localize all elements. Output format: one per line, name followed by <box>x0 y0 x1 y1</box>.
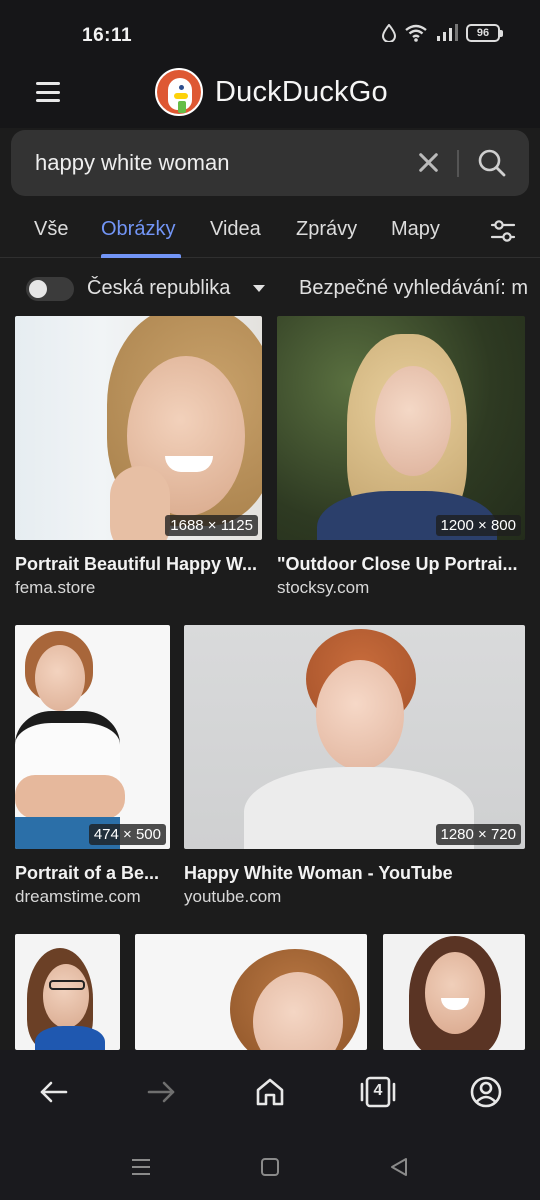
wifi-icon <box>405 24 427 42</box>
tab-images[interactable]: Obrázky <box>101 218 175 241</box>
image-result[interactable] <box>383 934 525 1050</box>
result-thumbnail[interactable]: 1280 × 720 <box>184 625 525 849</box>
brand-name: DuckDuckGo <box>215 75 388 108</box>
result-title[interactable]: Portrait Beautiful Happy W... <box>15 554 262 575</box>
result-source[interactable]: fema.store <box>15 578 95 598</box>
face-shape <box>425 952 485 1034</box>
browser-bottom-nav: 4 <box>0 1050 540 1136</box>
active-tab-indicator <box>101 254 181 258</box>
status-bar: 16:11 96 <box>0 0 540 56</box>
recents-menu-icon[interactable] <box>130 1156 152 1178</box>
back-triangle-icon[interactable] <box>388 1156 410 1178</box>
shirt-shape <box>35 1026 105 1050</box>
result-thumbnail[interactable]: 1200 × 800 <box>277 316 525 540</box>
arms-shape <box>15 775 125 819</box>
result-title[interactable]: Happy White Woman - YouTube <box>184 863 525 884</box>
tab-maps[interactable]: Mapy <box>391 218 440 241</box>
profile-icon[interactable] <box>466 1072 506 1112</box>
result-thumbnail[interactable]: 1688 × 1125 <box>15 316 262 540</box>
filter-row: Česká republika Bezpečné vyhledávání: m <box>0 260 540 316</box>
tabs-button[interactable]: 4 <box>358 1072 398 1112</box>
result-thumbnail[interactable] <box>383 934 525 1050</box>
battery-icon: 96 <box>466 24 503 42</box>
status-time: 16:11 <box>82 25 133 46</box>
safe-search-select[interactable]: Bezpečné vyhledávání: m <box>299 277 528 300</box>
battery-level: 96 <box>476 27 490 39</box>
image-result[interactable]: 1688 × 1125 Portrait Beautiful Happy W..… <box>15 316 262 606</box>
image-dimensions: 474 × 500 <box>88 824 166 845</box>
app-header: DuckDuckGo <box>0 56 540 128</box>
brand-logo[interactable]: DuckDuckGo <box>155 68 388 116</box>
clear-icon[interactable] <box>417 151 439 173</box>
face-shape <box>43 964 89 1028</box>
duckduckgo-logo-icon <box>155 68 203 116</box>
tab-all[interactable]: Vše <box>34 218 68 241</box>
menu-icon[interactable] <box>36 82 60 102</box>
region-select[interactable]: Česká republika <box>87 277 230 300</box>
result-source[interactable]: dreamstime.com <box>15 887 141 907</box>
system-nav-bar <box>0 1136 540 1200</box>
result-source[interactable]: stocksy.com <box>277 578 369 598</box>
result-thumbnail[interactable]: 474 × 500 <box>15 625 170 849</box>
result-title[interactable]: "Outdoor Close Up Portrai... <box>277 554 525 575</box>
search-divider <box>457 150 459 177</box>
search-input[interactable] <box>35 130 395 196</box>
image-result[interactable] <box>15 934 120 1050</box>
search-icon[interactable] <box>477 148 507 178</box>
result-source[interactable]: youtube.com <box>184 887 281 907</box>
settings-sliders-icon[interactable] <box>490 218 516 244</box>
image-result[interactable] <box>135 934 367 1050</box>
result-thumbnail[interactable] <box>15 934 120 1050</box>
image-result[interactable]: 1280 × 720 Happy White Woman - YouTube y… <box>184 625 525 915</box>
hand-shape <box>110 466 170 540</box>
image-dimensions: 1688 × 1125 <box>165 515 258 536</box>
home-icon[interactable] <box>250 1072 290 1112</box>
data-saver-icon <box>382 24 396 42</box>
image-result[interactable]: 1200 × 800 "Outdoor Close Up Portrai... … <box>277 316 525 606</box>
image-dimensions: 1200 × 800 <box>435 515 521 536</box>
back-arrow-icon[interactable] <box>34 1072 74 1112</box>
signal-icon <box>437 24 458 41</box>
face-shape <box>375 366 451 476</box>
image-result[interactable]: 474 × 500 Portrait of a Be... dreamstime… <box>15 625 170 915</box>
toggle-knob <box>29 280 47 298</box>
face-shape <box>35 645 85 711</box>
glasses-shape <box>49 980 85 990</box>
search-tabs: Vše Obrázky Videa Zprávy Mapy <box>0 200 540 258</box>
region-toggle[interactable] <box>26 277 74 301</box>
result-thumbnail[interactable] <box>135 934 367 1050</box>
tab-news[interactable]: Zprávy <box>296 218 357 241</box>
search-bar <box>11 130 529 196</box>
status-icons: 96 <box>382 24 503 42</box>
home-square-icon[interactable] <box>259 1156 281 1178</box>
face-shape <box>316 660 404 770</box>
tab-videos[interactable]: Videa <box>210 218 261 241</box>
image-dimensions: 1280 × 720 <box>435 824 521 845</box>
tab-count: 4 <box>373 1082 383 1099</box>
result-title[interactable]: Portrait of a Be... <box>15 863 170 884</box>
forward-arrow-icon[interactable] <box>141 1072 181 1112</box>
chevron-down-icon[interactable] <box>253 285 265 292</box>
